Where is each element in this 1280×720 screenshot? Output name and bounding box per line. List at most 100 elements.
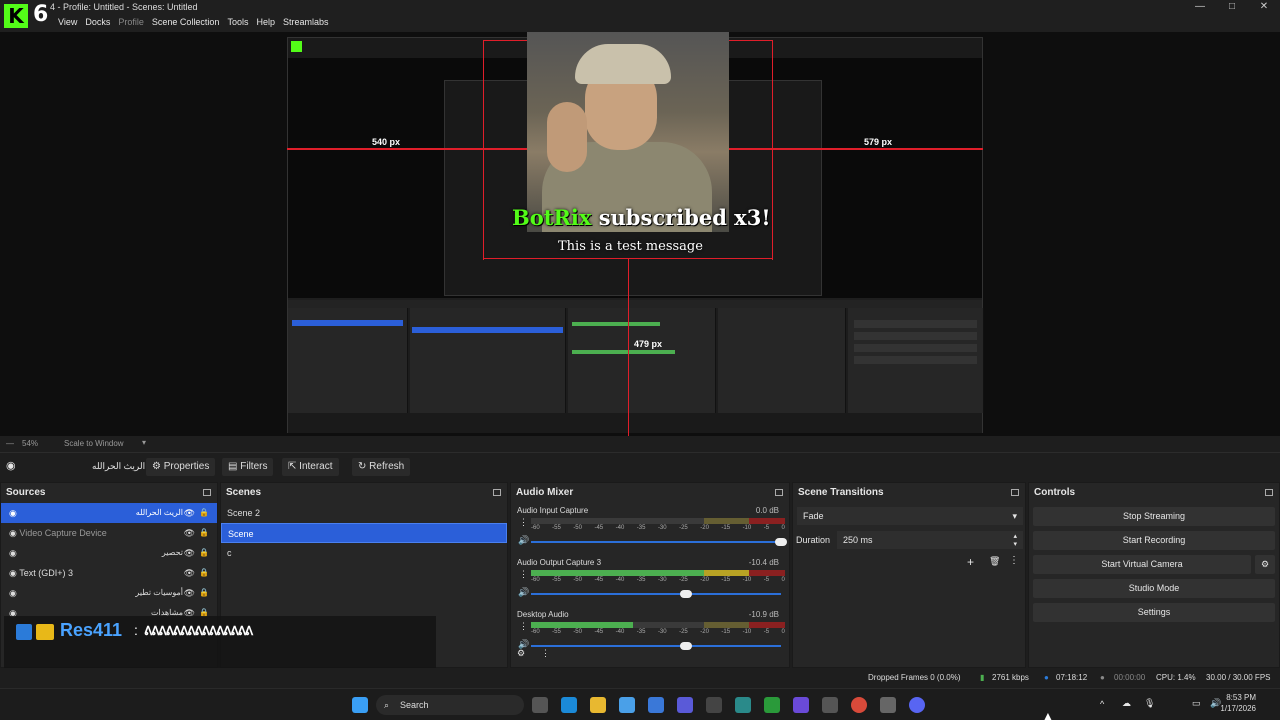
volume-slider[interactable] xyxy=(531,541,781,543)
volume-knob[interactable] xyxy=(775,538,787,546)
obs-icon[interactable] xyxy=(706,697,722,713)
maximize-button[interactable]: □ xyxy=(1216,0,1248,14)
close-button[interactable]: ✕ xyxy=(1248,0,1280,14)
interact-button[interactable]: ⇱ Interact xyxy=(282,458,339,476)
lock-icon[interactable]: 🔒 xyxy=(199,503,209,523)
taskbar-search[interactable]: ⌕ Search xyxy=(376,695,524,715)
minimize-button[interactable]: — xyxy=(1184,0,1216,14)
start-recording-button[interactable]: Start Recording xyxy=(1033,531,1275,550)
visibility-eye-icon[interactable]: 👁 xyxy=(184,503,195,523)
lock-icon[interactable]: 🔒 xyxy=(199,563,209,583)
menu-scene-collection[interactable]: Scene Collection xyxy=(148,17,224,27)
channel-menu-icon[interactable]: ⋮ xyxy=(519,517,528,528)
source-row[interactable]: ◉ Text (GDI+) 3 👁 🔒 xyxy=(1,563,217,583)
duration-input[interactable]: 250 ms ▴ ▾ xyxy=(837,531,1023,549)
volume-knob[interactable] xyxy=(680,642,692,650)
meter-tick-label: -20 xyxy=(700,577,709,583)
menu-help[interactable]: Help xyxy=(252,17,279,27)
source-row[interactable]: ◉ تحصير 👁 🔒 xyxy=(1,543,217,563)
xbox-icon[interactable] xyxy=(764,697,780,713)
windows-start-icon[interactable] xyxy=(352,697,368,713)
lock-icon[interactable]: 🔒 xyxy=(199,583,209,603)
speaker-icon[interactable]: 🔊 xyxy=(518,587,529,598)
vs-icon[interactable] xyxy=(677,697,693,713)
source-row[interactable]: ◉ الريث الحرالله 👁 🔒 xyxy=(1,503,217,523)
popout-icon[interactable] xyxy=(493,489,501,496)
filters-button[interactable]: ▤ Filters xyxy=(222,458,274,476)
zoom-level[interactable]: 54% xyxy=(22,439,38,448)
studio-mode-button[interactable]: Studio Mode xyxy=(1033,579,1275,598)
stepper-down-icon[interactable]: ▾ xyxy=(1013,536,1017,554)
trash-icon[interactable]: 🗑 xyxy=(989,556,1000,567)
channel-menu-icon[interactable]: ⋮ xyxy=(519,621,528,632)
popout-icon[interactable] xyxy=(1265,489,1273,496)
nested-control-button xyxy=(854,332,977,340)
refresh-button[interactable]: ↻ Refresh xyxy=(352,458,411,476)
volume-slider[interactable] xyxy=(531,593,781,595)
start-virtual-camera-button[interactable]: Start Virtual Camera xyxy=(1033,555,1251,574)
source-label: Video Capture Device xyxy=(19,528,107,538)
meter-tick-label: -10 xyxy=(742,577,752,583)
menu-docks[interactable]: Docks xyxy=(81,17,114,27)
popout-icon[interactable] xyxy=(1011,489,1019,496)
measure-right-label: 579 px xyxy=(864,137,893,147)
discord-icon[interactable] xyxy=(909,697,925,713)
stream-icon: ● xyxy=(1044,673,1049,682)
visibility-eye-icon[interactable]: 👁 xyxy=(184,523,195,543)
lock-icon[interactable]: 🔒 xyxy=(199,543,209,563)
visibility-eye-icon[interactable]: 👁 xyxy=(184,563,195,583)
scene-row[interactable]: Scene 2 xyxy=(221,503,507,523)
network-icon[interactable]: ▭ xyxy=(1192,698,1201,709)
volume-slider[interactable] xyxy=(531,645,781,647)
popout-icon[interactable] xyxy=(775,489,783,496)
speaker-icon[interactable]: 🔊 xyxy=(518,535,529,546)
transition-menu-icon[interactable]: ⋮ xyxy=(1009,555,1019,566)
meter-tick-label: 0 xyxy=(781,629,785,635)
taskbar-clock[interactable]: 8:53 PM 1/17/2026 xyxy=(1220,692,1256,714)
nested-control-button xyxy=(854,344,977,352)
preview-canvas[interactable]: 540 px 579 px 479 px xyxy=(0,32,1280,436)
scale-dropdown-icon[interactable]: ▾ xyxy=(142,438,146,447)
source-type-icon: ◉ xyxy=(9,548,17,558)
edge-icon[interactable] xyxy=(561,697,577,713)
channel-menu-icon[interactable]: ⋮ xyxy=(519,569,528,580)
level-meter xyxy=(531,570,785,576)
copilot-icon[interactable] xyxy=(619,697,635,713)
app-icon[interactable] xyxy=(822,697,838,713)
mic-icon[interactable]: 🎙 xyxy=(1144,698,1155,709)
store-icon[interactable] xyxy=(648,697,664,713)
menu-tools[interactable]: Tools xyxy=(223,17,252,27)
app-icon[interactable] xyxy=(880,697,896,713)
meter-tick-label: -25 xyxy=(679,577,688,583)
mixer-menu-icon[interactable]: ⋮ xyxy=(541,648,550,659)
visibility-eye-icon[interactable]: 👁 xyxy=(184,583,195,603)
volume-knob[interactable] xyxy=(680,590,692,598)
source-row[interactable]: ◉ Video Capture Device 👁 🔒 xyxy=(1,523,217,543)
menu-profile[interactable]: Profile xyxy=(114,17,148,27)
transition-select[interactable]: Fade ▾ xyxy=(797,507,1023,525)
nested-logo-icon xyxy=(291,41,302,52)
scene-row[interactable]: c xyxy=(221,543,507,563)
menu-view[interactable]: View xyxy=(54,17,81,27)
mixer-settings-icon[interactable]: ⚙ xyxy=(517,648,525,659)
task-view-icon[interactable] xyxy=(532,697,548,713)
lock-icon[interactable]: 🔒 xyxy=(199,523,209,543)
app-icon[interactable] xyxy=(793,697,809,713)
settings-button[interactable]: Settings xyxy=(1033,603,1275,622)
stop-streaming-button[interactable]: Stop Streaming xyxy=(1033,507,1275,526)
meter-tick-label: -5 xyxy=(763,629,770,635)
properties-button[interactable]: ⚙ Properties xyxy=(146,458,216,476)
cloud-icon[interactable]: ☁ xyxy=(1122,698,1131,709)
scene-row[interactable]: Scene xyxy=(221,523,507,543)
source-row[interactable]: ◉ أموسيات تطير 👁 🔒 xyxy=(1,583,217,603)
app-icon[interactable] xyxy=(735,697,751,713)
popout-icon[interactable] xyxy=(203,489,211,496)
visibility-eye-icon[interactable]: 👁 xyxy=(184,543,195,563)
add-transition-icon[interactable]: + xyxy=(967,555,974,569)
tray-chevron-icon[interactable]: ^ xyxy=(1100,699,1104,709)
file-explorer-icon[interactable] xyxy=(590,697,606,713)
chrome-icon[interactable] xyxy=(851,697,867,713)
menu-streamlabs[interactable]: Streamlabs xyxy=(279,17,333,27)
virtual-camera-settings-icon[interactable]: ⚙ xyxy=(1255,555,1275,574)
scale-mode[interactable]: Scale to Window xyxy=(64,439,124,448)
